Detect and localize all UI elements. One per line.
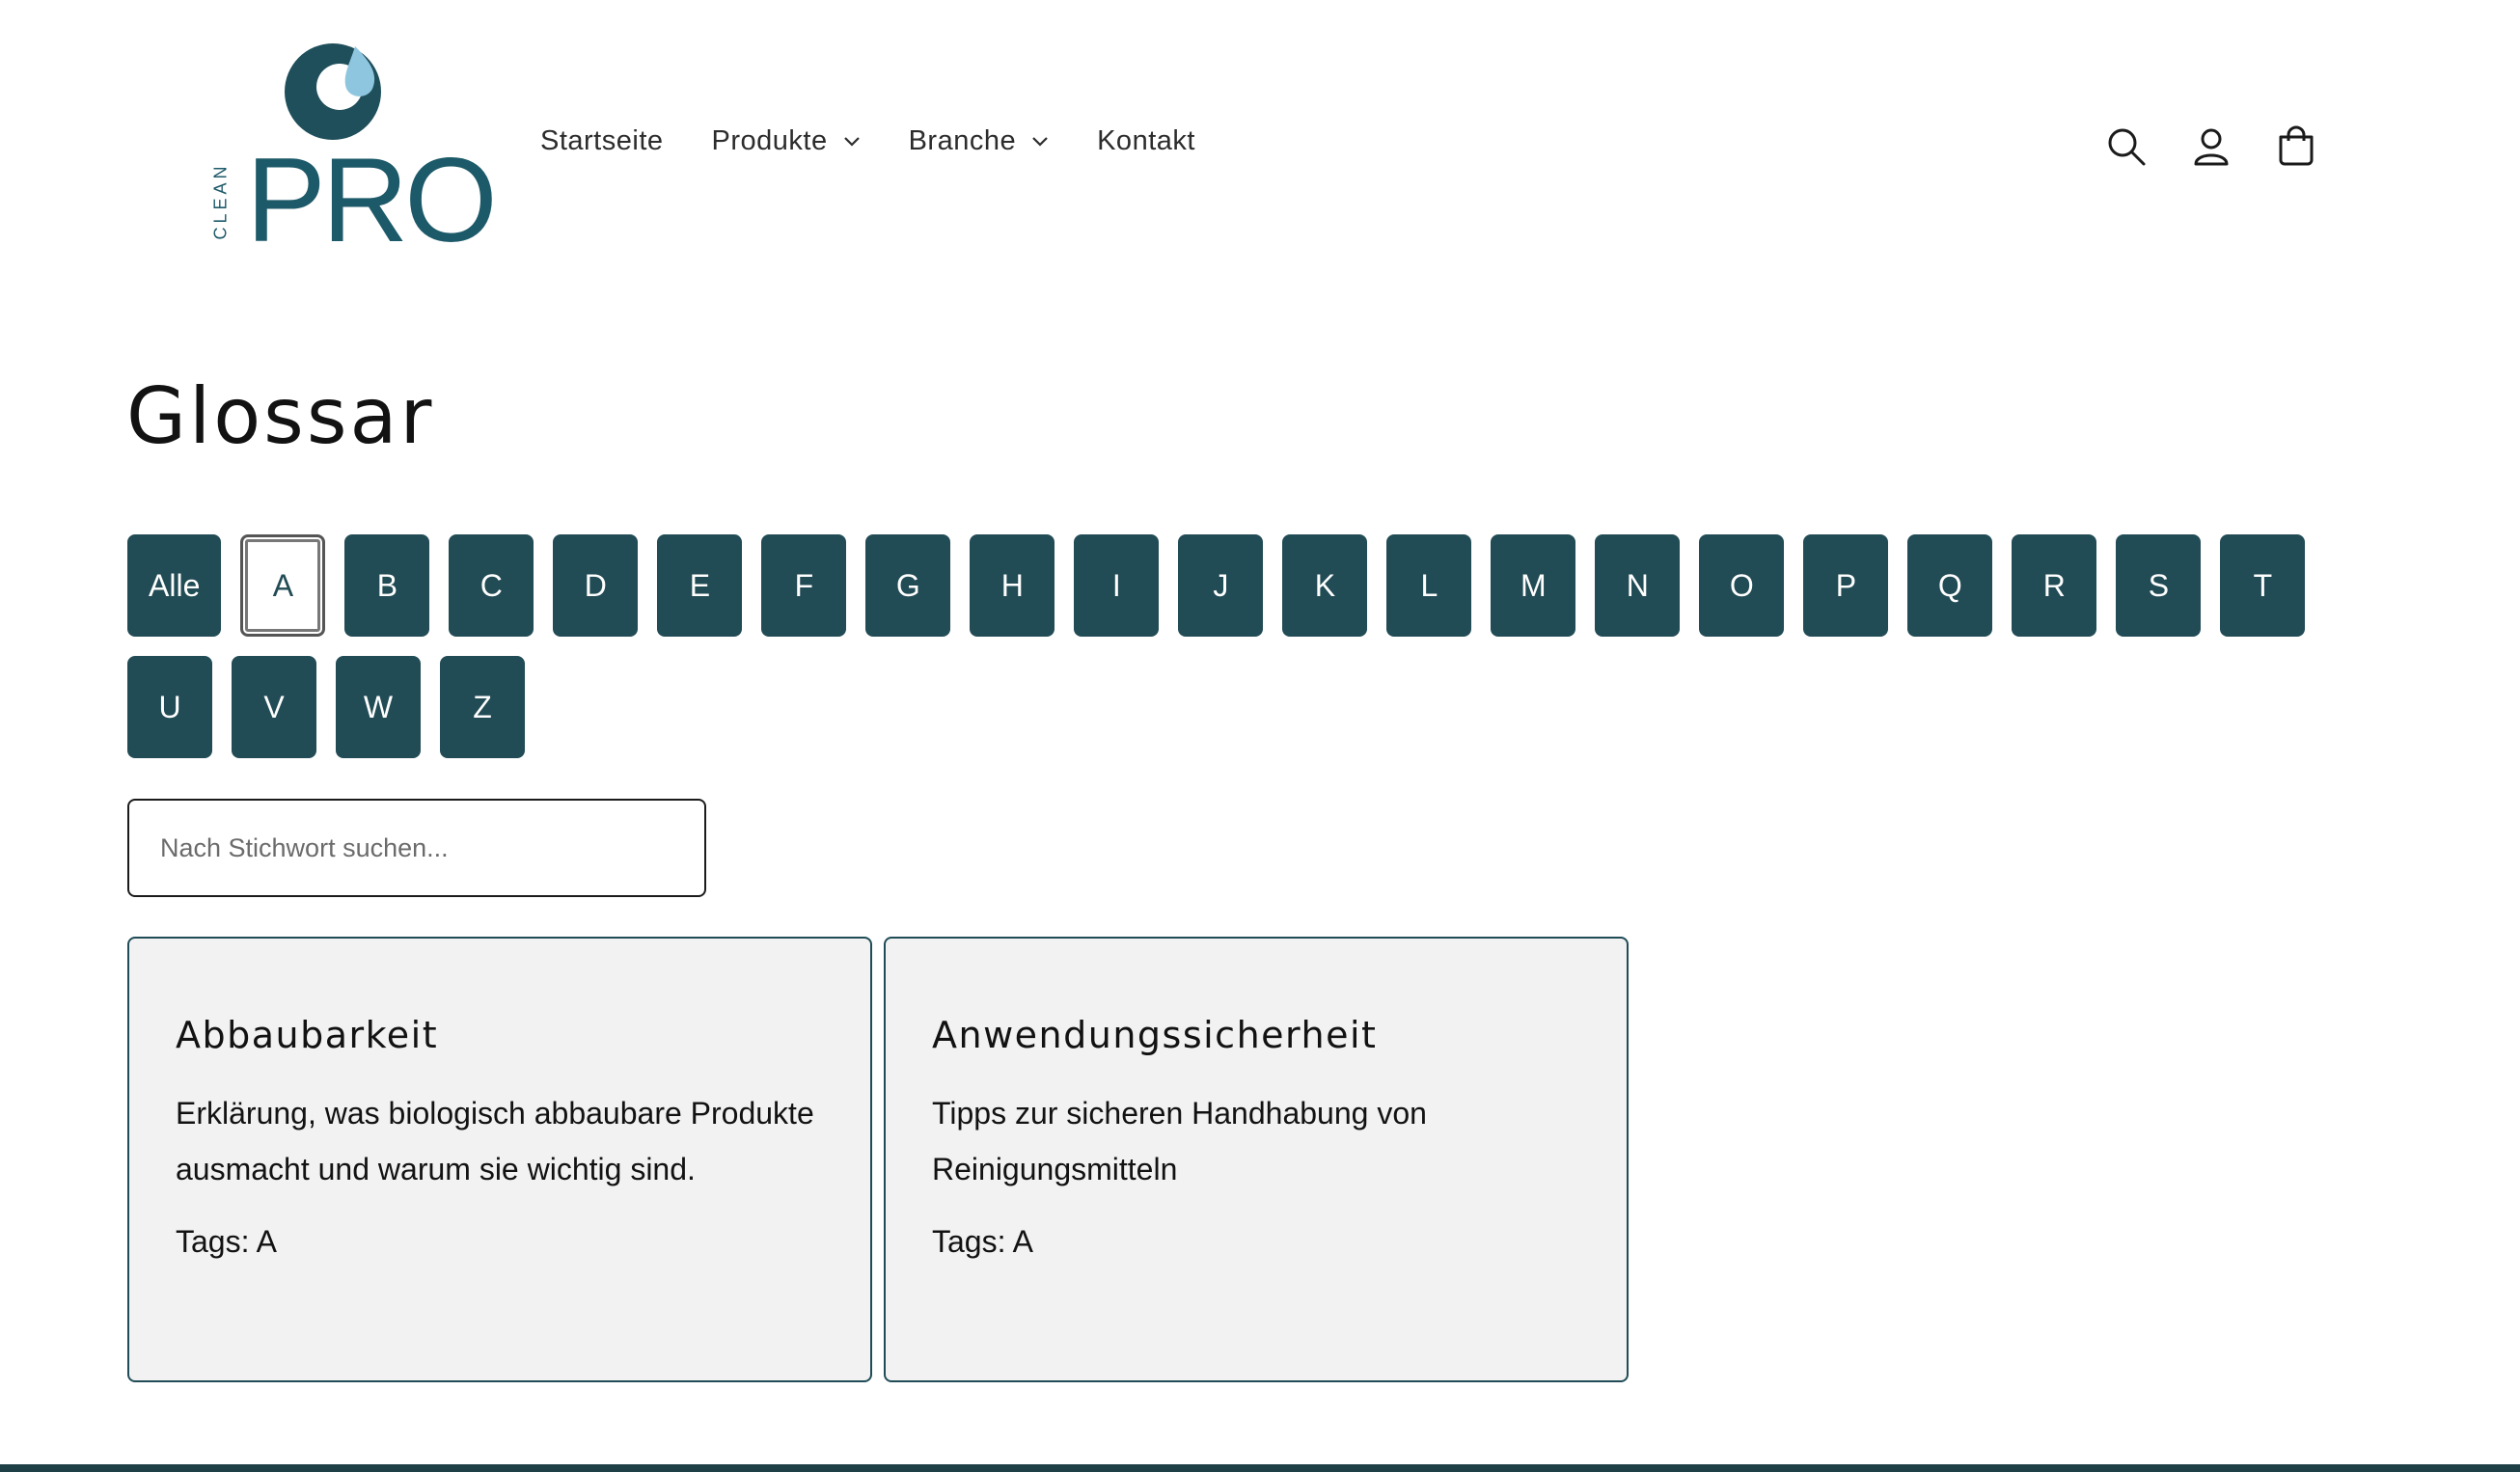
filter-button-f[interactable]: F [761, 534, 847, 637]
filter-button-a[interactable]: A [240, 534, 326, 637]
letter-filter: Alle A B C D E F G H I J K L M N O P Q R S T U V W Z [127, 534, 2385, 758]
filter-button-p[interactable]: P [1803, 534, 1889, 637]
logo-mark-icon [285, 43, 381, 140]
filter-button-i[interactable]: I [1074, 534, 1160, 637]
filter-button-j[interactable]: J [1178, 534, 1264, 637]
site-header: CLEAN PRO Startseite Produkte Branche Ko… [0, 0, 2520, 289]
filter-button-v[interactable]: V [232, 656, 316, 758]
nav-startseite[interactable]: Startseite [540, 125, 664, 157]
filter-button-q[interactable]: Q [1907, 534, 1993, 637]
glossary-cards: Abbaubarkeit Erklärung, was biologisch a… [127, 937, 1629, 1382]
filter-button-w[interactable]: W [336, 656, 421, 758]
glossary-card[interactable]: Abbaubarkeit Erklärung, was biologisch a… [127, 937, 872, 1382]
filter-button-c[interactable]: C [449, 534, 534, 637]
nav-label: Produkte [711, 125, 828, 156]
search-icon[interactable] [2103, 123, 2150, 170]
filter-button-e[interactable]: E [657, 534, 743, 637]
filter-button-alle[interactable]: Alle [127, 534, 222, 637]
logo-wordmark: PRO [246, 134, 498, 267]
card-title: Abbaubarkeit [176, 1014, 439, 1056]
nav-kontakt[interactable]: Kontakt [1097, 125, 1195, 157]
chevron-down-icon [843, 136, 860, 147]
page-title: Glossar [126, 371, 435, 461]
account-icon[interactable] [2188, 123, 2234, 170]
nav-label: Kontakt [1097, 125, 1195, 156]
filter-button-o[interactable]: O [1699, 534, 1785, 637]
filter-button-k[interactable]: K [1282, 534, 1368, 637]
nav-label: Startseite [540, 125, 664, 156]
filter-button-b[interactable]: B [344, 534, 430, 637]
filter-button-s[interactable]: S [2116, 534, 2202, 637]
search-input[interactable] [127, 799, 706, 897]
brand-logo[interactable]: CLEAN PRO [211, 39, 498, 260]
filter-button-z[interactable]: Z [440, 656, 525, 758]
filter-button-t[interactable]: T [2220, 534, 2306, 637]
filter-button-n[interactable]: N [1595, 534, 1681, 637]
chevron-down-icon [1032, 136, 1048, 147]
card-title: Anwendungssicherheit [932, 1014, 1378, 1056]
nav-label: Branche [908, 125, 1017, 156]
card-tags: Tags: A [932, 1224, 1033, 1259]
main-nav: Startseite Produkte Branche Kontakt [540, 125, 1244, 157]
card-tags: Tags: A [176, 1224, 277, 1259]
nav-branche[interactable]: Branche [909, 125, 1050, 157]
filter-button-u[interactable]: U [127, 656, 212, 758]
filter-button-d[interactable]: D [553, 534, 639, 637]
header-actions [2103, 123, 2358, 170]
filter-button-l[interactable]: L [1386, 534, 1472, 637]
filter-button-h[interactable]: H [970, 534, 1055, 637]
card-description: Erklärung, was biologisch abbaubare Prod… [176, 1096, 814, 1186]
filter-button-m[interactable]: M [1491, 534, 1576, 637]
filter-button-r[interactable]: R [2012, 534, 2097, 637]
filter-button-g[interactable]: G [865, 534, 951, 637]
footer-divider [0, 1464, 2520, 1472]
cart-icon[interactable] [2273, 123, 2319, 170]
nav-produkte[interactable]: Produkte [712, 125, 861, 157]
logo-tagline: CLEAN [210, 162, 231, 240]
glossary-card[interactable]: Anwendungssicherheit Tipps zur sicheren … [884, 937, 1629, 1382]
card-description: Tipps zur sicheren Handhabung von Reinig… [932, 1096, 1427, 1186]
